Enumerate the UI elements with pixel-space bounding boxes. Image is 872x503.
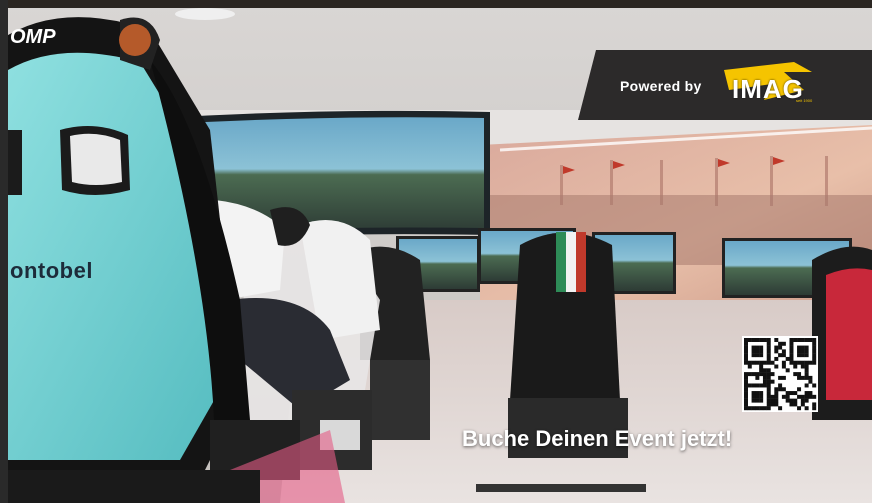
imag-logo-text: IMAG [732,74,804,104]
left-frame [0,0,8,503]
sponsor-text: ontobel [10,258,93,283]
seat-brand-label: OMP [10,26,56,48]
top-frame [0,0,872,8]
event-booking-cta: Buche Deinen Event jetzt! [462,426,733,451]
qr-code-icon[interactable] [742,336,818,412]
imag-logo-subtext: seit 1900 [796,98,813,103]
powered-by-text: Powered by [620,78,702,94]
